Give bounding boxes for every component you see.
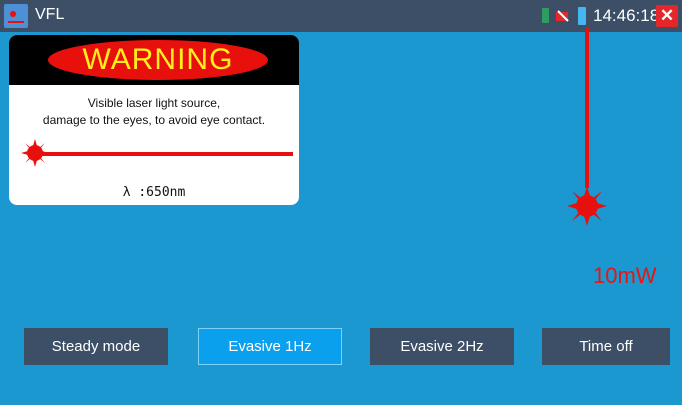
laser-beam-vertical bbox=[585, 28, 589, 188]
clock: 14:46:18 bbox=[593, 6, 660, 25]
warning-line-2: damage to the eyes, to avoid eye contact… bbox=[42, 113, 266, 127]
network-icon bbox=[556, 10, 569, 22]
evasive-2hz-button[interactable]: Evasive 2Hz bbox=[370, 328, 514, 365]
steady-mode-button[interactable]: Steady mode bbox=[24, 328, 168, 365]
warning-card: WARNING Visible laser light source, dama… bbox=[9, 35, 299, 205]
app-title: VFL bbox=[35, 6, 65, 23]
power-readout: 10mW bbox=[593, 263, 657, 288]
phone-icon bbox=[542, 8, 549, 23]
close-icon[interactable]: ✕ bbox=[656, 5, 678, 27]
warning-title: WARNING bbox=[82, 43, 234, 76]
battery-icon bbox=[578, 7, 586, 25]
title-bar: VFL 14:46:18 ✕ bbox=[0, 0, 682, 32]
warning-header: WARNING bbox=[9, 35, 299, 85]
evasive-1hz-button[interactable]: Evasive 1Hz bbox=[198, 328, 342, 365]
time-off-button[interactable]: Time off bbox=[542, 328, 670, 365]
warning-description: Visible laser light source, damage to th… bbox=[9, 95, 299, 129]
vfl-app-icon bbox=[4, 4, 28, 28]
wavelength-label: λ :650nm bbox=[122, 185, 186, 200]
laser-output-burst-icon bbox=[567, 186, 607, 226]
warning-line-1: Visible laser light source, bbox=[87, 96, 221, 110]
laser-beam-horizontal bbox=[39, 152, 293, 156]
